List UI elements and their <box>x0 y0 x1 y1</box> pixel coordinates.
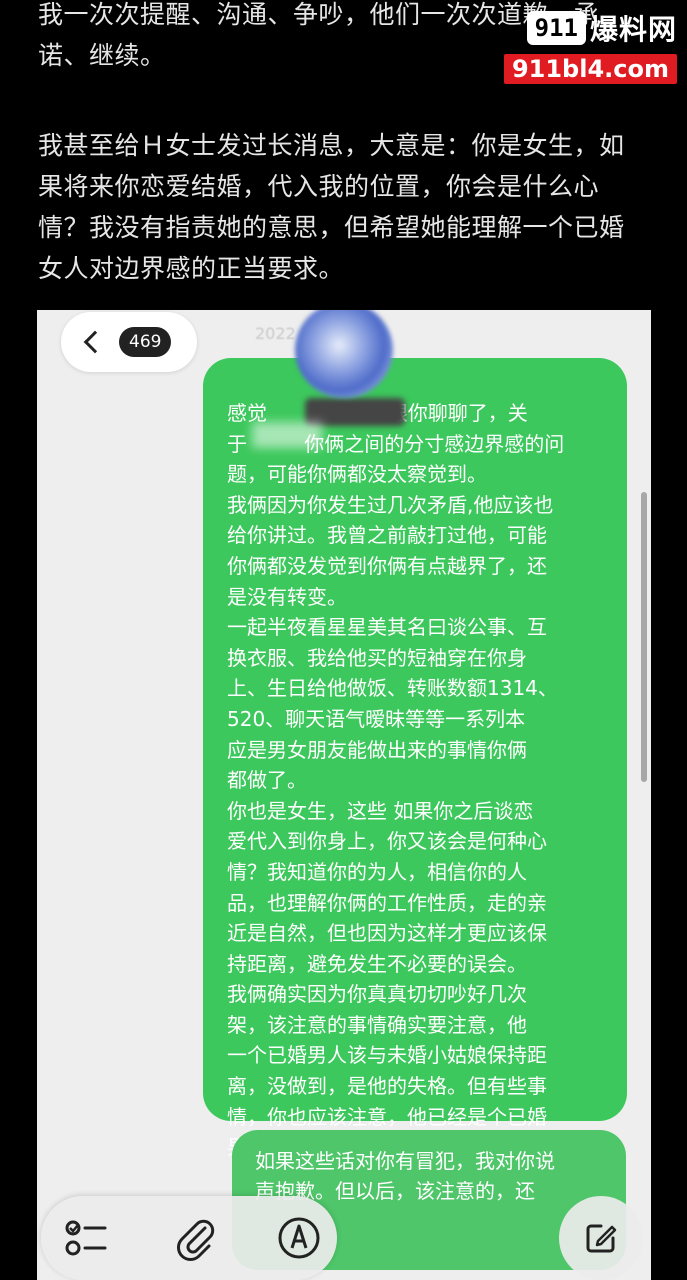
watermark-title: 爆料网 <box>589 13 677 46</box>
chat-screenshot: 2022 7:12 469 感觉 跟你聊聊了，关 于 你俩之间的分寸感边界感的问… <box>37 310 651 1280</box>
bottom-toolbar <box>41 1196 337 1280</box>
article-paragraph-2: 我甚至给Ｈ女士发过长消息，大意是：你是女生，如果将来你恋爱结婚，代入我的位置，你… <box>38 131 625 283</box>
back-button[interactable]: 469 <box>61 312 197 372</box>
site-watermark: 911 爆料网 911bl4.com <box>487 8 677 84</box>
watermark-logo: 911 爆料网 <box>489 8 677 48</box>
compose-icon <box>586 1224 617 1253</box>
watermark-url: 911bl4.com <box>503 54 677 84</box>
unread-count-badge: 469 <box>119 327 172 357</box>
message-text-long: 感觉 跟你聊聊了，关 于 你俩之间的分寸感边界感的问 题，可能你俩都没太察觉到。… <box>227 401 565 1159</box>
message-text-short: 如果这些话对你有冒犯，我对你说 声抱歉。但以后，该注意的，还 <box>255 1149 555 1203</box>
checklist-icon[interactable] <box>63 1214 111 1262</box>
watermark-badge: 911 <box>526 11 586 45</box>
pen-markup-icon[interactable] <box>275 1214 323 1262</box>
back-chevron-icon <box>83 330 107 354</box>
redaction-blur <box>252 422 322 448</box>
paperclip-icon[interactable] <box>171 1214 219 1262</box>
scrollbar[interactable] <box>641 492 647 782</box>
compose-button[interactable] <box>559 1196 643 1280</box>
